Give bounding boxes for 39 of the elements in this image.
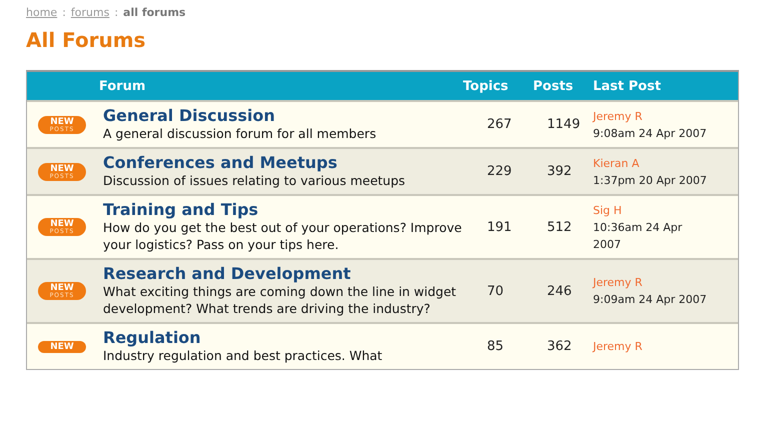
post-time: 9:09am 24 Apr 2007 xyxy=(593,292,708,308)
posts-count: 392 xyxy=(546,164,573,179)
column-header: Last Post xyxy=(593,78,662,94)
forum-title-link[interactable]: General Discussion xyxy=(103,106,463,125)
author-name[interactable]: Jeremy R xyxy=(593,108,730,124)
topics-count: 70 xyxy=(486,284,505,298)
forum-title-link[interactable]: Regulation xyxy=(103,328,463,347)
author-name[interactable]: Jeremy R xyxy=(593,338,730,355)
forum-title-link[interactable]: Training and Tips xyxy=(103,200,463,219)
forum-description: What exciting things are coming down the line in widget development? What trends are driving the industry? xyxy=(103,283,458,317)
forum-title-link[interactable]: Research and Development xyxy=(103,264,463,283)
breadcrumb-link[interactable]: forums xyxy=(70,6,110,19)
forum-title-link[interactable]: Conferences and Meetups xyxy=(103,153,463,172)
author-name[interactable]: Jeremy R xyxy=(593,274,730,291)
breadcrumb-link[interactable]: home xyxy=(26,6,58,19)
posts-count: 246 xyxy=(546,284,573,298)
new-posts-badge: NEW xyxy=(38,340,86,352)
page-title: All Forums xyxy=(26,28,147,52)
posts-count: 1149 xyxy=(546,117,582,132)
post-time: 9:08am 24 Apr 2007 xyxy=(593,126,708,142)
breadcrumb-current: all forums xyxy=(123,6,186,19)
topics-count: 267 xyxy=(486,117,513,132)
post-time: 1:37pm 20 Apr 2007 xyxy=(593,172,708,188)
forum-description: A general discussion forum for all members xyxy=(103,125,378,142)
topics-count: 85 xyxy=(486,339,505,354)
column-header: Posts xyxy=(533,78,574,94)
column-header: Topics xyxy=(463,78,510,94)
posts-count: 512 xyxy=(546,220,573,234)
posts-count: 362 xyxy=(546,339,573,354)
author-name[interactable]: Kieran A xyxy=(593,154,730,172)
breadcrumb-separator: : xyxy=(114,6,118,19)
post-time: 10:36am 24 Apr 2007 xyxy=(593,220,684,252)
forum-description: How do you get the best out of your operations? Improve your logistics? Pass on your tips here. xyxy=(103,219,463,253)
breadcrumb-separator: : xyxy=(62,6,66,19)
topics-count: 229 xyxy=(486,164,513,179)
author-name[interactable]: Sig H xyxy=(593,202,730,218)
forum-description: Industry regulation and best practices. What xyxy=(103,347,384,364)
topics-count: 191 xyxy=(486,220,513,234)
forum-description: Discussion of issues relating to various meetups xyxy=(103,172,406,189)
